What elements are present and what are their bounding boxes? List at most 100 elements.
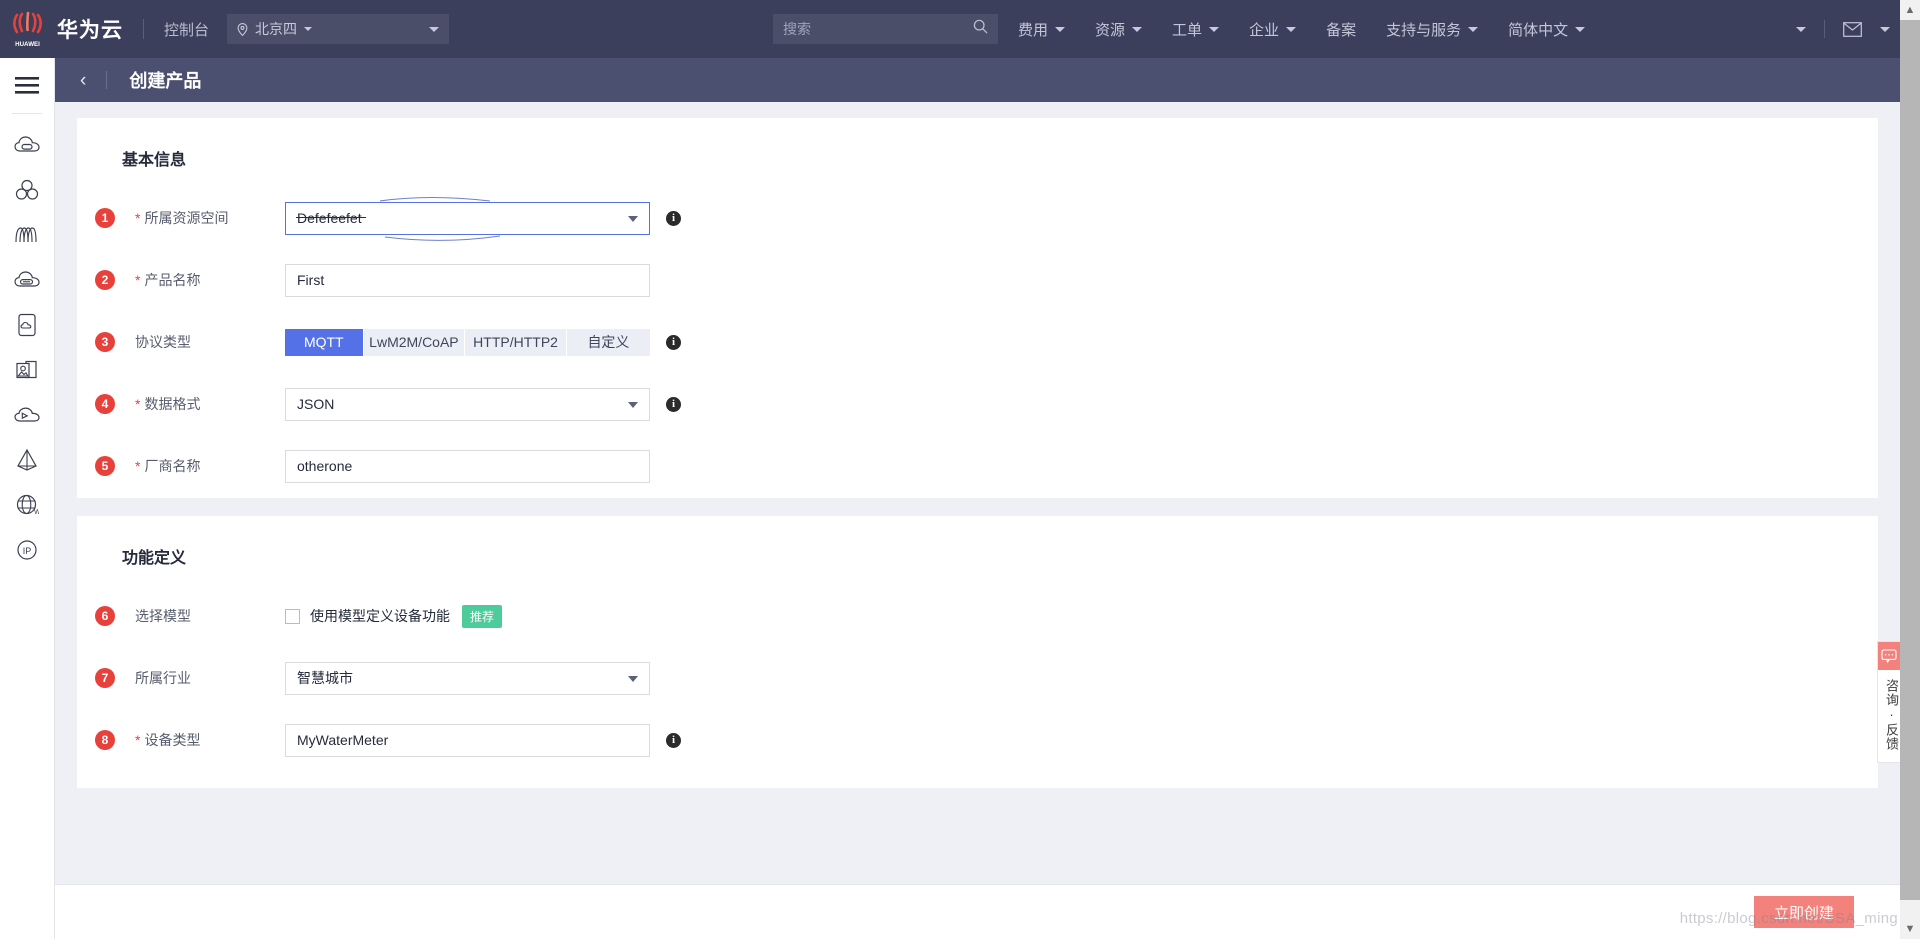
nav-item-enterprise[interactable]: 企业 — [1249, 19, 1297, 40]
device-type-field — [285, 723, 650, 757]
sidebar-item-cluster[interactable] — [0, 167, 55, 212]
field-row-manufacturer: 5 * 厂商名称 — [77, 444, 1878, 488]
sidebar-item-globe-w[interactable]: W — [0, 482, 55, 527]
chevron-down-icon — [304, 27, 313, 31]
nav-item-label: 企业 — [1249, 21, 1280, 39]
sidebar-item-cloud-server[interactable] — [0, 122, 55, 167]
resource-space-select[interactable]: Defefeefet — [285, 201, 650, 235]
chevron-down-icon — [1209, 26, 1220, 32]
network-icon — [15, 226, 37, 242]
protocol-tab-http[interactable]: HTTP/HTTP2 — [465, 328, 567, 356]
nav-item-ticket[interactable]: 工单 — [1172, 19, 1220, 40]
nav-item-fee[interactable]: 费用 — [1018, 19, 1066, 40]
protocol-tab-lwm2m-coap[interactable]: LwM2M/CoAP — [363, 328, 466, 356]
scroll-up-button[interactable]: ▲ — [1900, 0, 1920, 20]
cloud-server-icon — [14, 135, 40, 152]
step-badge-1: 1 — [95, 208, 115, 228]
nav-item-resource[interactable]: 资源 — [1095, 19, 1143, 40]
field-row-resource-space: 1 * 所属资源空间 Defefeefet i — [77, 196, 1878, 241]
field-label-data-format: * 数据格式 — [135, 394, 285, 414]
svg-text:W: W — [34, 509, 39, 516]
mail-icon[interactable] — [1843, 21, 1862, 37]
field-label-industry: 所属行业 — [135, 668, 285, 688]
manufacturer-input[interactable] — [285, 449, 650, 483]
sidebar-item-cloud-play[interactable] — [0, 392, 55, 437]
chevron-down-icon — [628, 675, 638, 682]
mail-chevron-down-icon[interactable] — [1880, 26, 1890, 32]
sidebar-item-cloud-storage[interactable] — [0, 257, 55, 302]
cloud-play-icon — [14, 406, 40, 422]
console-link[interactable]: 控制台 — [164, 19, 209, 40]
page-scrollbar[interactable]: ▲ ▼ — [1900, 0, 1920, 939]
nav-item-label: 资源 — [1095, 21, 1126, 39]
chevron-down-icon — [1286, 26, 1297, 32]
sidebar-item-image-stack[interactable] — [0, 347, 55, 392]
huawei-logo[interactable]: HUAWEI — [0, 0, 55, 58]
chevron-down-icon — [1575, 26, 1586, 32]
main-content: 基本信息 1 * 所属资源空间 Defefeefet i 2 * 产品名称 Fi… — [55, 102, 1900, 939]
region-label: 北京四 — [255, 21, 298, 37]
nav-item-label: 支持与服务 — [1386, 21, 1462, 39]
field-row-select-model: 6 选择模型 使用模型定义设备功能 推荐 — [77, 594, 1878, 638]
protocol-type-field: MQTT LwM2M/CoAP HTTP/HTTP2 自定义 — [285, 328, 650, 356]
field-label-product-name: * 产品名称 — [135, 270, 285, 290]
create-button[interactable]: 立即创建 — [1754, 896, 1854, 928]
data-format-select[interactable]: JSON — [285, 387, 650, 421]
pyramid-icon — [17, 448, 37, 471]
back-button[interactable]: ‹ — [80, 71, 86, 90]
sidebar-item-mobile-cloud[interactable] — [0, 302, 55, 347]
nav-item-support[interactable]: 支持与服务 — [1386, 19, 1479, 40]
chevron-down-icon: ▼ — [1904, 922, 1916, 935]
region-expand-chevron-icon[interactable] — [429, 26, 440, 32]
product-name-input[interactable] — [285, 263, 650, 297]
search-input[interactable] — [783, 21, 973, 37]
header-divider — [106, 71, 108, 89]
label-text: 厂商名称 — [144, 458, 201, 474]
rail-divider — [12, 113, 42, 114]
image-stack-icon — [16, 360, 37, 378]
field-label-resource-space: * 所属资源空间 — [135, 208, 285, 228]
chevron-down-icon — [628, 215, 638, 222]
product-name-field — [285, 263, 650, 297]
location-pin-icon — [237, 22, 248, 36]
top-nav-menu: 费用 资源 工单 企业 备案 支持与服务 简体中文 — [1018, 0, 1615, 58]
feedback-tab[interactable]: 咨询·反馈 — [1877, 641, 1901, 763]
feedback-icon-header[interactable] — [1878, 642, 1900, 670]
use-model-checkbox-label[interactable]: 使用模型定义设备功能 — [310, 606, 450, 626]
protocol-tab-mqtt[interactable]: MQTT — [285, 328, 364, 356]
global-search[interactable] — [773, 14, 998, 44]
use-model-checkbox[interactable] — [285, 608, 300, 624]
industry-select[interactable]: 智慧城市 — [285, 661, 650, 695]
data-format-field: JSON — [285, 387, 650, 421]
cluster-icon — [15, 179, 39, 200]
device-type-input[interactable] — [285, 723, 650, 757]
top-navigation-bar: HUAWEI 华为云 控制台 北京四 费用 资源 工单 企业 备案 — [0, 0, 1900, 58]
nav-item-icp[interactable]: 备案 — [1326, 19, 1356, 40]
required-asterisk: * — [135, 210, 141, 226]
sidebar-item-ip[interactable]: IP — [0, 527, 55, 572]
search-icon[interactable] — [973, 19, 988, 39]
label-text: 协议类型 — [135, 334, 191, 350]
field-row-data-format: 4 * 数据格式 JSON i — [77, 382, 1878, 426]
info-icon[interactable]: i — [666, 732, 681, 748]
cloud-storage-icon — [14, 270, 40, 287]
label-text: 产品名称 — [144, 272, 201, 288]
brand-name: 华为云 — [57, 19, 123, 42]
recommended-badge: 推荐 — [462, 604, 503, 628]
scrollbar-thumb[interactable] — [1900, 20, 1920, 900]
account-chevron-down-icon[interactable] — [1796, 26, 1806, 32]
menu-toggle-button[interactable] — [0, 58, 55, 113]
nav-item-language[interactable]: 简体中文 — [1508, 19, 1586, 40]
scroll-down-button[interactable]: ▼ — [1900, 919, 1920, 939]
step-badge-8: 8 — [95, 730, 115, 750]
info-icon[interactable]: i — [666, 334, 681, 350]
protocol-tab-custom[interactable]: 自定义 — [566, 328, 650, 356]
sidebar-item-network[interactable] — [0, 212, 55, 257]
region-selector[interactable]: 北京四 — [227, 14, 450, 44]
field-row-product-name: 2 * 产品名称 — [77, 258, 1878, 302]
label-text: 设备类型 — [144, 732, 201, 748]
info-icon[interactable]: i — [666, 396, 681, 412]
label-text: 所属行业 — [135, 670, 191, 686]
sidebar-item-pyramid[interactable] — [0, 437, 55, 482]
info-icon[interactable]: i — [666, 210, 681, 226]
